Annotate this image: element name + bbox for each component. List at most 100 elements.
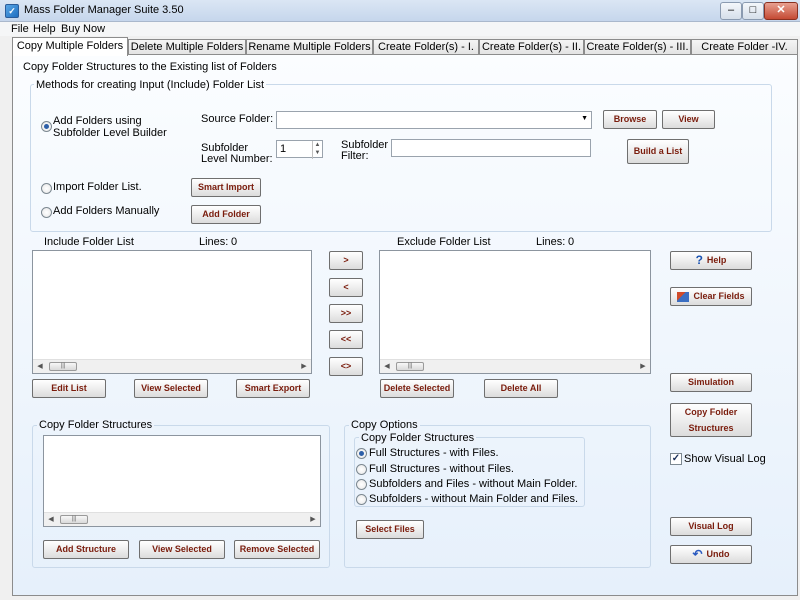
simulation-button[interactable]: Simulation — [670, 373, 752, 392]
option-full-without-files-label: Full Structures - without Files. — [369, 463, 514, 475]
clear-fields-label: Clear Fields — [693, 291, 745, 301]
delete-all-button[interactable]: Delete All — [484, 379, 558, 398]
move-all-right-button[interactable]: >> — [329, 304, 363, 323]
maximize-button[interactable]: □ — [742, 2, 764, 20]
add-structure-button[interactable]: Add Structure — [43, 540, 129, 559]
include-lines-label: Lines: — [199, 236, 229, 248]
subfolder-level-value: 1 — [280, 143, 287, 155]
option-full-with-files-radio[interactable] — [356, 448, 367, 459]
subfolder-level-label: Subfolder Level Number: — [201, 142, 273, 165]
eraser-icon — [677, 291, 690, 302]
undo-button[interactable]: ↶ Undo — [670, 545, 752, 564]
tab-copy-multiple-folders[interactable]: Copy Multiple Folders — [12, 37, 128, 56]
delete-selected-button[interactable]: Delete Selected — [380, 379, 454, 398]
tab-create-folders-2[interactable]: Create Folder(s) - II. — [479, 39, 584, 55]
browse-button[interactable]: Browse — [603, 110, 657, 129]
help-icon: ? — [695, 253, 703, 267]
option-subfolders-and-files-label: Subfolders and Files - without Main Fold… — [369, 478, 578, 490]
help-button[interactable]: ? Help — [670, 251, 752, 270]
move-all-left-button[interactable]: << — [329, 330, 363, 349]
scroll-thumb[interactable]: ||| — [396, 362, 424, 371]
tab-strip: Copy Multiple Folders Delete Multiple Fo… — [12, 37, 800, 56]
radio-import-list-label: Import Folder List. — [53, 181, 142, 193]
option-full-with-files-label: Full Structures - with Files. — [369, 447, 499, 459]
structures-hscrollbar[interactable]: ◀ ||| ▶ — [44, 512, 320, 526]
undo-icon: ↶ — [692, 547, 703, 561]
move-right-button[interactable]: > — [329, 251, 363, 270]
copy-structures-list[interactable]: ◀ ||| ▶ — [43, 435, 321, 527]
scroll-left-icon[interactable]: ◀ — [380, 360, 394, 373]
build-list-button[interactable]: Build a List — [627, 139, 689, 164]
move-left-button[interactable]: < — [329, 278, 363, 297]
include-folder-list[interactable]: ◀ ||| ▶ — [32, 250, 312, 374]
exclude-hscrollbar[interactable]: ◀ ||| ▶ — [380, 359, 650, 373]
view-button[interactable]: View — [662, 110, 715, 129]
visual-log-button[interactable]: Visual Log — [670, 517, 752, 536]
option-subfolders-and-files-radio[interactable] — [356, 479, 367, 490]
scroll-right-icon[interactable]: ▶ — [636, 360, 650, 373]
tab-rename-multiple-folders[interactable]: Rename Multiple Folders — [246, 39, 373, 55]
swap-lists-button[interactable]: <> — [329, 357, 363, 376]
subfolder-level-stepper[interactable]: 1 ▲ ▼ — [276, 140, 323, 159]
smart-import-button[interactable]: Smart Import — [191, 178, 261, 197]
structures-view-selected-button[interactable]: View Selected — [139, 540, 225, 559]
copy-folder-structures-label-1: Copy Folder — [684, 407, 738, 417]
show-visual-log-checkbox[interactable]: ✓ — [670, 453, 682, 465]
select-files-button[interactable]: Select Files — [356, 520, 424, 539]
copy-structures-title: Copy Folder Structures — [37, 419, 155, 431]
scroll-right-icon[interactable]: ▶ — [306, 513, 320, 526]
subfolder-filter-input[interactable] — [391, 139, 591, 157]
include-view-selected-button[interactable]: View Selected — [134, 379, 208, 398]
include-hscrollbar[interactable]: ◀ ||| ▶ — [33, 359, 311, 373]
exclude-lines-label: Lines: — [536, 236, 566, 248]
tab-create-folders-3[interactable]: Create Folder(s) - III. — [584, 39, 691, 55]
show-visual-log-label: Show Visual Log — [684, 453, 766, 465]
source-folder-label: Source Folder: — [201, 113, 274, 125]
copy-folder-structures-button[interactable]: Copy Folder Structures — [670, 403, 752, 437]
scroll-right-icon[interactable]: ▶ — [297, 360, 311, 373]
add-folder-button[interactable]: Add Folder — [191, 205, 261, 224]
radio-subfolder-builder[interactable] — [41, 121, 52, 132]
window-title: Mass Folder Manager Suite 3.50 — [24, 4, 184, 16]
menu-help[interactable]: Help — [30, 22, 59, 36]
tab-create-folders-1[interactable]: Create Folder(s) - I. — [373, 39, 479, 55]
radio-add-manually[interactable] — [41, 207, 52, 218]
exclude-folder-list[interactable]: ◀ ||| ▶ — [379, 250, 651, 374]
smart-export-button[interactable]: Smart Export — [236, 379, 310, 398]
close-button[interactable]: ✕ — [764, 2, 798, 20]
title-bar: ✓ Mass Folder Manager Suite 3.50 – □ ✕ — [0, 0, 800, 22]
radio-import-list[interactable] — [41, 183, 52, 194]
menu-bar: File Help Buy Now — [0, 22, 800, 36]
stepper-arrows-icon[interactable]: ▲ ▼ — [312, 141, 322, 159]
edit-list-button[interactable]: Edit List — [32, 379, 106, 398]
copy-options-title: Copy Options — [349, 419, 420, 431]
clear-fields-button[interactable]: Clear Fields — [670, 287, 752, 306]
exclude-list-title: Exclude Folder List — [397, 236, 491, 248]
tab-page: Copy Folder Structures to the Existing l… — [12, 54, 798, 596]
option-subfolders-only-radio[interactable] — [356, 494, 367, 505]
undo-label: Undo — [706, 549, 730, 559]
radio-add-manually-label: Add Folders Manually — [53, 205, 160, 217]
app-icon: ✓ — [5, 4, 19, 18]
option-subfolders-only-label: Subfolders - without Main Folder and Fil… — [369, 493, 579, 505]
exclude-lines-count: 0 — [568, 236, 575, 248]
option-full-without-files-radio[interactable] — [356, 464, 367, 475]
tab-delete-multiple-folders[interactable]: Delete Multiple Folders — [128, 39, 246, 55]
source-folder-combobox[interactable]: ▼ — [276, 111, 592, 129]
remove-selected-button[interactable]: Remove Selected — [234, 540, 320, 559]
scroll-thumb[interactable]: ||| — [49, 362, 77, 371]
scroll-left-icon[interactable]: ◀ — [44, 513, 58, 526]
menu-file[interactable]: File — [8, 22, 32, 36]
include-lines-count: 0 — [231, 236, 238, 248]
include-list-title: Include Folder List — [44, 236, 134, 248]
methods-title: Methods for creating Input (Include) Fol… — [34, 79, 267, 91]
help-button-label: Help — [706, 255, 727, 265]
copy-folder-structures-label-2: Structures — [688, 423, 734, 433]
tab-create-folder-4[interactable]: Create Folder -IV. — [691, 39, 798, 55]
minimize-button[interactable]: – — [720, 2, 742, 20]
chevron-down-icon: ▼ — [581, 115, 588, 122]
menu-buy-now[interactable]: Buy Now — [58, 22, 108, 36]
copy-options-subtitle: Copy Folder Structures — [359, 432, 477, 444]
scroll-left-icon[interactable]: ◀ — [33, 360, 47, 373]
scroll-thumb[interactable]: ||| — [60, 515, 88, 524]
